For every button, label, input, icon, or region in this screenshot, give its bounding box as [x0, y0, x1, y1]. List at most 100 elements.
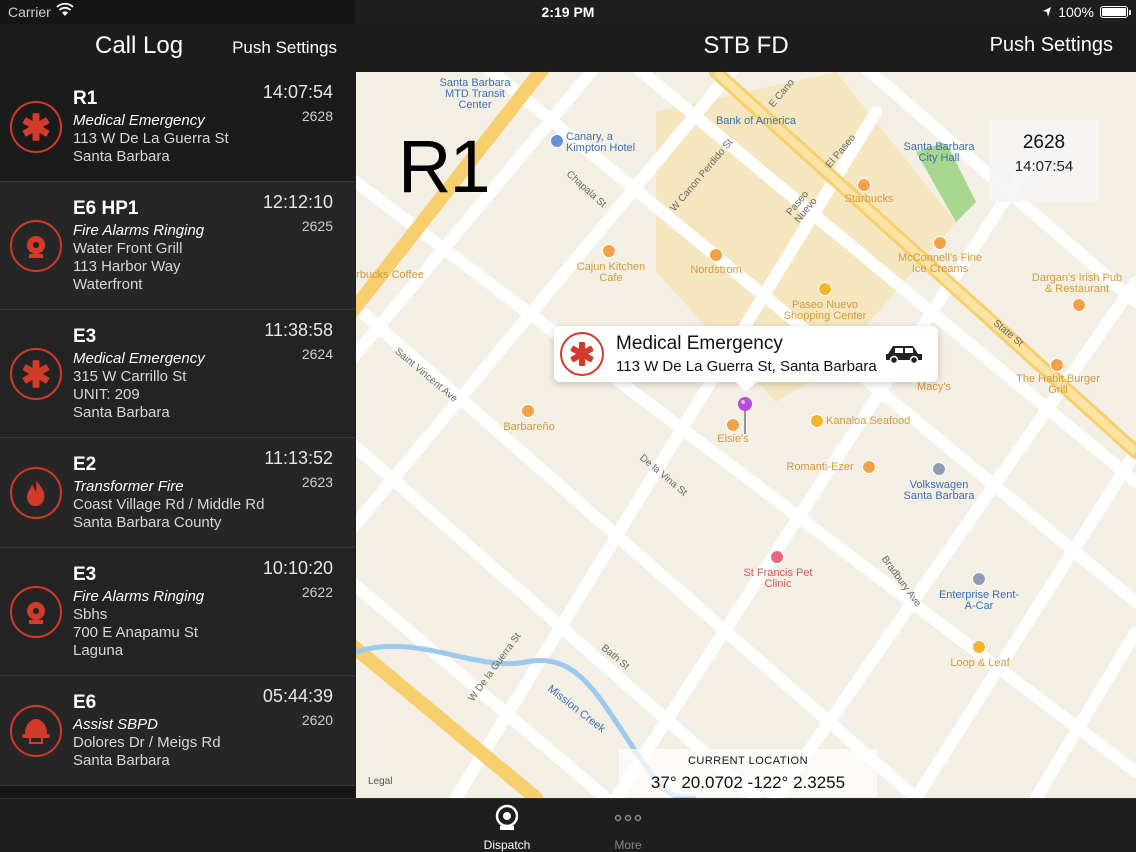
call-type: Fire Alarms Ringing — [73, 222, 205, 239]
medical-star-icon — [10, 101, 62, 153]
call-unit: E3 — [73, 564, 97, 585]
call-time: 14:07:54 — [262, 82, 333, 102]
map-label-macys: Macy's — [917, 381, 951, 393]
call-address-line: UNIT: 209 — [73, 386, 140, 403]
call-address-line: Coast Village Rd / Middle Rd — [73, 496, 265, 513]
call-number: 2623 — [301, 474, 333, 490]
map-label-mtd: Santa Barbara MTD Transit Center — [439, 77, 511, 111]
call-type: Fire Alarms Ringing — [73, 588, 205, 605]
firefighter-helmet-icon — [10, 705, 62, 757]
call-type: Transformer Fire — [73, 478, 184, 495]
call-list: R1 Medical Emergency 113 W De La Guerra St… — [0, 72, 355, 798]
call-address-line: Santa Barbara — [73, 752, 170, 769]
map-label-bucks-coffee: rbucks Coffee — [356, 269, 424, 281]
callout-title: Medical Emergency — [616, 333, 783, 354]
map-label-loop-leaf: Loop & Leaf — [950, 657, 1010, 669]
call-address-line: Sbhs — [73, 606, 108, 623]
map-unit-overlay: R1 — [398, 125, 491, 208]
map-label-dargans: Dargan's Irish Pub & Restaurant — [1031, 272, 1123, 295]
restaurant-poi-icon-3[interactable] — [862, 460, 876, 474]
map-label-vw: Volkswagen Santa Barbara — [903, 479, 975, 502]
car-dealer-poi-icon[interactable] — [932, 462, 946, 476]
map-call-number: 2628 — [1022, 132, 1066, 153]
call-address-line: Dolores Dr / Meigs Rd — [73, 734, 221, 751]
call-row[interactable]: E3 Fire Alarms Ringing Sbhs 700 E Anapamu S… — [0, 548, 355, 676]
pet-clinic-poi-icon[interactable] — [770, 550, 784, 564]
call-address-line: 113 Harbor Way — [73, 258, 181, 275]
pub-poi-icon[interactable] — [1072, 298, 1086, 312]
map-label-canary: Canary, a Kimpton Hotel — [566, 131, 636, 154]
map-view[interactable]: Santa Barbara MTD Transit Center Canary,… — [356, 72, 1136, 798]
call-unit: E2 — [73, 454, 97, 475]
map-label-cajun: Cajun Kitchen Cafe — [576, 261, 646, 284]
location-arrow-icon — [1043, 7, 1052, 17]
burger-poi-icon[interactable] — [1050, 358, 1064, 372]
call-address-line: Santa Barbara — [73, 404, 170, 421]
map-label-starbucks: Starbucks — [844, 193, 894, 205]
call-address-line: Laguna — [73, 642, 124, 659]
current-location-panel: CURRENT LOCATION 37° 20.0702 -122° 2.325… — [619, 749, 877, 797]
call-log-panel: Call Log Push Settings R1 Medical Emergen… — [0, 0, 355, 798]
car-rental-poi-icon[interactable] — [972, 572, 986, 586]
call-number: 2624 — [301, 346, 333, 362]
call-type: Medical Emergency — [73, 350, 205, 367]
left-push-settings-button[interactable]: Push Settings — [232, 38, 337, 58]
call-time: 05:44:39 — [262, 686, 333, 706]
call-time: 11:13:52 — [264, 448, 333, 468]
map-panel: STB FD Push Settings Santa Barbara MTD T… — [356, 0, 1136, 798]
map-label-habit: The Habit Burger Grill — [1016, 373, 1100, 396]
current-location-label: CURRENT LOCATION — [687, 755, 809, 767]
icecream-poi-icon[interactable] — [933, 236, 947, 250]
map-label-romanti: Romanti-Ezer — [786, 461, 854, 473]
call-unit: R1 — [73, 88, 98, 109]
map-label-boa-top: Bank of America — [715, 115, 797, 127]
mall-poi-icon[interactable] — [818, 282, 832, 296]
hotel-poi-icon[interactable] — [550, 134, 564, 148]
tab-bar: Dispatch More — [0, 798, 1136, 852]
seafood-poi-icon[interactable] — [810, 414, 824, 428]
tab-dispatch-label: Dispatch — [483, 838, 531, 852]
shop-poi-icon[interactable] — [972, 640, 986, 654]
call-address-line: Santa Barbara — [73, 148, 170, 165]
call-address-line: Santa Barbara County — [73, 514, 222, 531]
right-push-settings-button[interactable]: Push Settings — [990, 34, 1113, 57]
battery-icon — [1100, 6, 1131, 18]
restaurant-poi-icon-2[interactable] — [521, 404, 535, 418]
location-pin-icon[interactable] — [737, 396, 757, 436]
call-number: 2620 — [301, 712, 333, 728]
call-address-line: 113 W De La Guerra St — [73, 130, 229, 147]
tab-dispatch[interactable]: Dispatch — [467, 803, 547, 852]
shopping-poi-icon[interactable] — [709, 248, 723, 262]
callout-address: 113 W De La Guerra St, Santa Barbara — [616, 358, 877, 375]
call-unit: E3 — [73, 326, 97, 347]
call-row[interactable]: E2 Transformer Fire Coast Village Rd / Mid… — [0, 438, 355, 548]
call-row[interactable]: R1 Medical Emergency 113 W De La Guerra St… — [0, 72, 355, 182]
tab-more[interactable]: More — [588, 803, 668, 852]
call-row[interactable]: E3 Medical Emergency 315 W Carrillo St UNIT… — [0, 310, 355, 438]
call-number: 2625 — [301, 218, 333, 234]
call-row[interactable]: E6 Assist SBPD Dolores Dr / Meigs Rd Santa … — [0, 676, 355, 786]
map-call-time: 14:07:54 — [1014, 158, 1074, 175]
call-time: 11:38:58 — [264, 320, 333, 340]
medical-star-icon — [560, 332, 604, 376]
map-label-barbareno: Barbareño — [503, 421, 555, 433]
map-label-nordstrom: Nordstrom — [690, 264, 742, 276]
legal-link[interactable]: Legal — [368, 776, 392, 787]
restaurant-poi-icon[interactable] — [602, 244, 616, 258]
status-time: 2:19 PM — [541, 4, 595, 20]
flame-icon — [10, 467, 62, 519]
incident-callout[interactable]: Medical Emergency 113 W De La Guerra St,… — [554, 326, 938, 392]
map-nav-bar: STB FD Push Settings — [356, 24, 1136, 72]
map-label-city-hall: Santa Barbara City Hall — [903, 141, 975, 164]
fire-alarm-bell-icon — [10, 586, 62, 638]
dispatch-bell-icon — [495, 804, 519, 830]
car-directions-icon[interactable] — [884, 342, 924, 364]
map-label-paseo: Paseo Nuevo Shopping Center — [783, 299, 867, 322]
call-type: Medical Emergency — [73, 112, 205, 129]
call-row[interactable]: E6 HP1 Fire Alarms Ringing Water Front Gri… — [0, 182, 355, 310]
call-address-line: 700 E Anapamu St — [73, 624, 199, 641]
cafe-poi-icon[interactable] — [857, 178, 871, 192]
call-type: Assist SBPD — [73, 716, 159, 733]
map-label-enterprise: Enterprise Rent-A-Car — [938, 589, 1020, 612]
map-call-info-box: 2628 14:07:54 — [989, 120, 1099, 202]
